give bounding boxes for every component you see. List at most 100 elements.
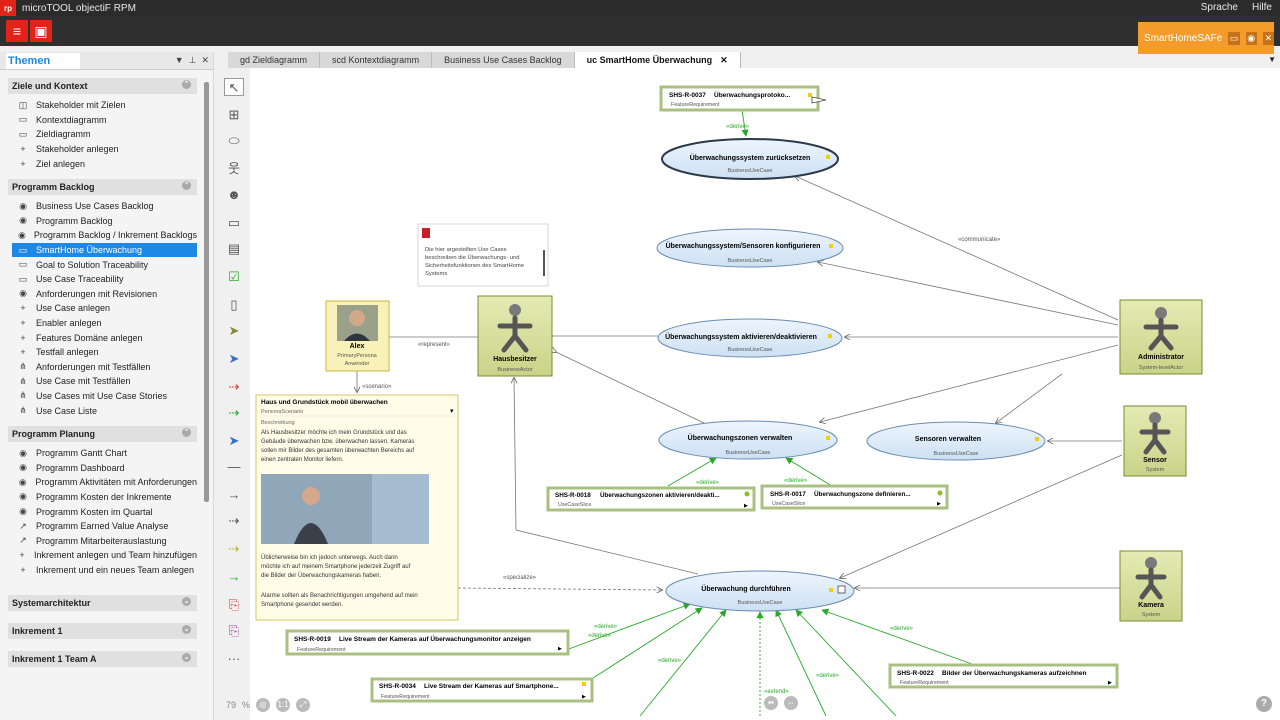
arrow-tool-icon[interactable]: → [224,486,244,504]
tab-menu-icon[interactable]: ▼ [1268,55,1276,64]
persona-tool-icon[interactable]: ☻ [224,186,244,204]
sidebar-item[interactable]: ⋔ Anforderungen mit Testfällen [12,360,197,375]
tab-zieldiagramm[interactable]: gd Zieldiagramm [228,52,321,68]
hamburger-icon[interactable]: ≡ [6,20,28,42]
zoom-fit-icon[interactable]: ◎ [256,698,271,712]
sidebar-item[interactable]: ◉ Programm Kosten im Quartal [12,504,197,519]
requirement-tool-icon[interactable]: ☑ [224,268,244,286]
project-box[interactable]: SmartHomeSAFe ▭ ◉ ✕ [1138,22,1275,54]
eye-icon[interactable]: ◉ [1245,31,1257,45]
section-title: Inkrement 1 Team A [12,654,97,665]
boundary-tool-icon[interactable]: ▭ [224,214,244,232]
tab-smarthome[interactable]: uc SmartHome Überwachung ✕ [574,52,741,68]
sidebar-section-collapsed[interactable]: Inkrement 1 Team A ⌄ [8,651,197,668]
sidebar-item[interactable]: + Enabler anlegen [12,316,197,331]
trace-tool-icon[interactable]: ⎘ [224,596,244,614]
expand-icon[interactable]: ⇔ [784,696,798,710]
svg-text:FeatureRequirement: FeatureRequirement [381,694,430,700]
derive-tool-icon[interactable]: ➤ [224,322,244,340]
dropdown-icon[interactable]: ▼ [175,55,184,66]
green-arrow-icon[interactable]: → [224,568,244,586]
sidebar-item[interactable]: ◉ Programm Gantt Chart [12,446,197,461]
sidebar-item[interactable]: ↗ Programm Mitarbeiterauslastung [12,533,197,548]
actor-stereo: BusinessActor [497,367,532,373]
more-tools-icon[interactable]: ··· [224,650,244,668]
item-icon: + [20,144,26,155]
item-icon: ◉ [19,200,27,211]
dashed-arrow-green-icon[interactable]: ⇢ [224,404,244,422]
line-tool-icon[interactable]: — [224,458,244,476]
sidebar-item[interactable]: ▭ Use Case Traceability [12,272,197,287]
sidebar-section-header[interactable]: Ziele und Kontext ⌃ [8,78,197,94]
close-icon[interactable]: ✕ [201,55,209,66]
menu-language[interactable]: Sprache [1201,0,1238,16]
sidebar-item[interactable]: + Testfall anlegen [12,345,197,360]
sidebar-item[interactable]: + Ziel anlegen [12,156,197,171]
sidebar-item[interactable]: ◉ Programm Aktivitäten mit Anforderungen [12,475,197,490]
actor-tool-icon[interactable]: 웃 [224,160,244,178]
collapse-icon[interactable]: ⇹ [764,696,778,710]
sidebar-item[interactable]: ◉ Programm Backlog / Inkrement Backlogs [12,228,197,243]
sidebar-section-collapsed[interactable]: Inkrement 1 ⌄ [8,623,197,640]
tab-kontextdiagramm[interactable]: scd Kontextdiagramm [320,52,433,68]
sidebar-item[interactable]: ◉ Business Use Cases Backlog [12,199,197,214]
layout-icon[interactable]: ▣ [30,20,52,42]
zoom-expand-icon[interactable]: ⤢ [296,698,311,712]
help-icon[interactable]: ? [1256,696,1272,712]
persona-scenario: Haus und Grundstück mobil überwachen ▾ P… [255,394,459,621]
sidebar-item[interactable]: + Features Domäne anlegen [12,330,197,345]
svg-text:Überwachungszone definieren...: Überwachungszone definieren... [814,489,911,498]
note-line: Systems [425,271,447,277]
chevron-down-icon[interactable]: ⌄ [182,625,191,635]
sidebar-item[interactable]: ⋔ Use Cases mit Use Case Stories [12,389,197,404]
sidebar-section-header[interactable]: Programm Planung ⌃ [8,425,197,442]
actor-group-tool-icon[interactable]: ⊞ [224,106,244,124]
usecase-tool-icon[interactable]: ⬭ [224,132,244,150]
sidebar-item[interactable]: ◉ Programm Backlog [12,214,197,229]
sidebar-item[interactable]: ▭ Goal to Solution Traceability [12,257,197,272]
sidebar-item[interactable]: ▭ Kontextdiagramm [12,113,197,128]
diagram-canvas[interactable]: «derive» «derive» «derive» «derive» «der… [250,68,1280,720]
close-icon[interactable]: ✕ [1262,31,1275,45]
close-tab-icon[interactable]: ✕ [720,55,728,66]
chevron-up-icon[interactable]: ⌃ [182,80,191,89]
sidebar-item-label: Use Case mit Testfällen [36,376,131,387]
app-title: microTOOL objectiF RPM [22,2,136,14]
chevron-down-icon[interactable]: ⌄ [182,653,191,663]
sidebar-item[interactable]: + Stakeholder anlegen [12,142,197,157]
yellow-arrow-icon[interactable]: ⇢ [224,540,244,558]
chevron-up-icon[interactable]: ⌃ [182,180,191,190]
sidebar-section-collapsed[interactable]: Systemarchitektur ⌄ [8,595,197,612]
window-icon[interactable]: ▭ [1228,31,1240,45]
dashed-arrow-icon[interactable]: ⇢ [224,512,244,530]
zoom-actual-icon[interactable]: 1:1 [276,698,291,712]
dashed-arrow-red-icon[interactable]: ⇢ [224,378,244,396]
chevron-down-icon[interactable]: ⌄ [182,597,191,607]
pointer-tool-icon[interactable]: ↖ [224,78,244,96]
sidebar-scrollbar[interactable] [204,82,209,502]
sidebar-item[interactable]: ◉ Programm Kosten der Inkremente [12,490,197,505]
sidebar-item[interactable]: ▭ Zieldiagramm [12,127,197,142]
purple-tool-icon[interactable]: ⎘ [224,622,244,640]
scenario-tool-icon[interactable]: ▤ [224,240,244,258]
menu-help[interactable]: Hilfe [1252,0,1272,16]
chevron-up-icon[interactable]: ⌃ [182,427,191,437]
sidebar-item[interactable]: ◫ Stakeholder mit Zielen [12,98,197,113]
sidebar-item[interactable]: ◉ Anforderungen mit Revisionen [12,287,197,302]
sidebar-section-header[interactable]: Programm Backlog ⌃ [8,178,197,195]
sidebar-item[interactable]: + Use Case anlegen [12,301,197,316]
link-tool-icon[interactable]: ➤ [224,432,244,450]
sidebar-item[interactable]: ↗ Programm Earned Value Analyse [12,519,197,534]
sidebar-item[interactable]: + Inkrement anlegen und Team hinzufügen [12,548,197,563]
sidebar-item[interactable]: ▭ SmartHome Überwachung [12,242,197,258]
sidebar-item-label: SmartHome Überwachung [36,245,143,256]
sidebar-item[interactable]: ◉ Programm Dashboard [12,460,197,475]
sidebar-item[interactable]: ⋔ Use Case mit Testfällen [12,374,197,389]
communicate-tool-icon[interactable]: ➤ [224,350,244,368]
note-tool-icon[interactable]: ▯ [224,296,244,314]
sidebar-item[interactable]: ⋔ Use Case Liste [12,403,197,418]
actor-admin: Administrator System-levelActor [1119,299,1203,375]
tab-backlog[interactable]: Business Use Cases Backlog [432,52,575,68]
sidebar-item[interactable]: + Inkrement und ein neues Team anlegen [12,563,197,578]
pin-icon[interactable]: ⊥ [189,55,197,66]
